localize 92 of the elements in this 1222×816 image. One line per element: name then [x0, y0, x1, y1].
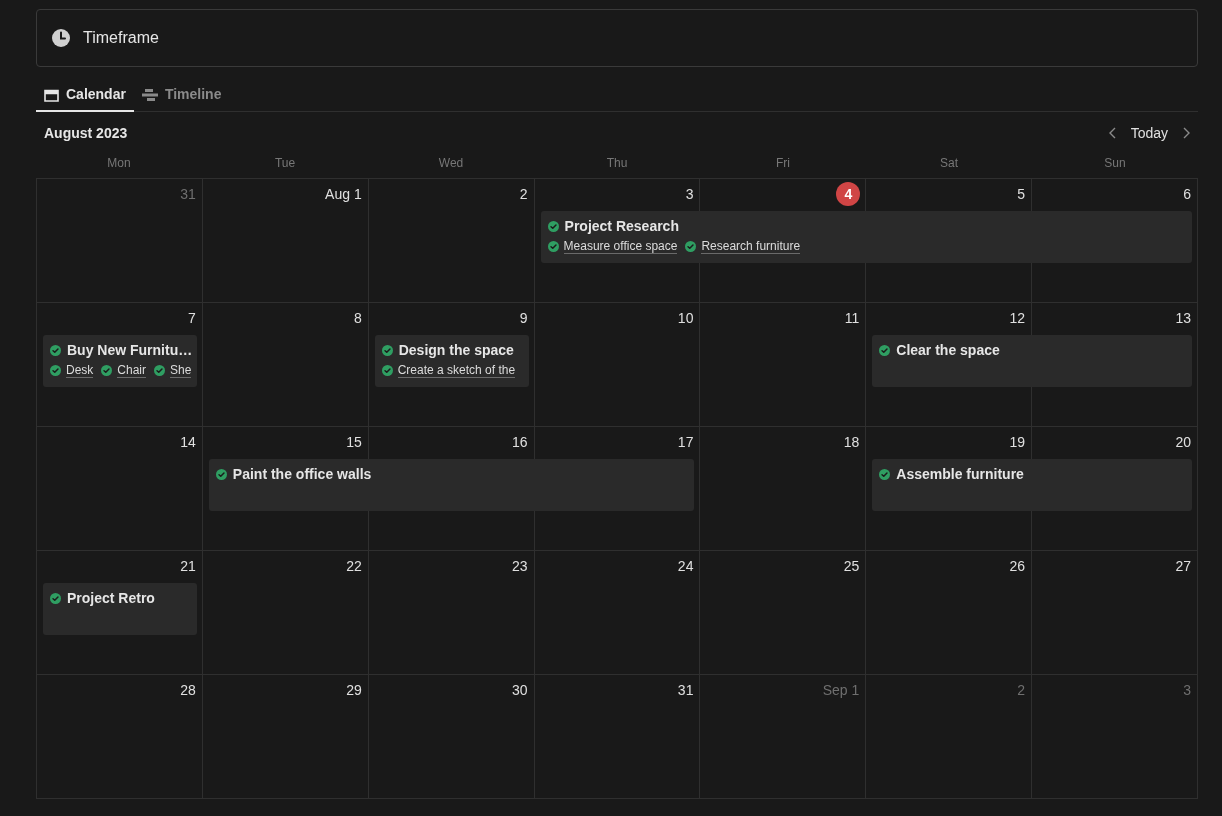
day-cell[interactable]: 28: [37, 675, 203, 799]
date-number: 8: [353, 309, 363, 328]
date-number: 3: [1183, 681, 1192, 700]
date-number: 29: [346, 681, 363, 700]
weekday-label: Mon: [106, 155, 132, 172]
day-cell[interactable]: 11: [700, 303, 867, 427]
date-number: 17: [677, 433, 695, 452]
date-number: 16: [512, 433, 529, 452]
weekday-label: Tue: [273, 155, 297, 172]
chevron-left-icon: [1109, 127, 1117, 139]
event-card[interactable]: Assemble furniture: [872, 459, 1192, 511]
date-number: Sep 1: [822, 681, 861, 700]
timeline-icon: [141, 87, 158, 102]
event-title: Project Retro: [67, 588, 155, 608]
day-cell[interactable]: 31: [37, 179, 203, 303]
date-number: 23: [512, 557, 529, 576]
date-number: 31: [677, 681, 695, 700]
event-card[interactable]: Clear the space: [872, 335, 1192, 387]
weekday-label: Fri: [775, 155, 791, 172]
event-card[interactable]: Project Research Measure office space Research furniture: [540, 211, 1192, 263]
date-number: 9: [519, 309, 529, 328]
day-cell[interactable]: 24: [534, 551, 701, 675]
date-number: 19: [1009, 433, 1027, 452]
day-cell[interactable]: 23: [368, 551, 535, 675]
header-title: Timeframe: [83, 28, 159, 48]
day-cell[interactable]: 2: [866, 675, 1033, 799]
day-cell[interactable]: 14: [37, 427, 203, 551]
date-number: 11: [844, 309, 861, 328]
subtask-link[interactable]: She: [170, 363, 192, 378]
event-title: Project Research: [564, 216, 679, 236]
weekday-label: Sat: [939, 155, 959, 172]
day-cell[interactable]: 10: [534, 303, 701, 427]
day-cell[interactable]: Aug 1: [202, 179, 369, 303]
subtask-link[interactable]: Create a sketch of the: [397, 363, 516, 378]
day-cell[interactable]: 18: [700, 427, 867, 551]
date-number: 20: [1175, 433, 1192, 452]
day-cell[interactable]: 2: [368, 179, 535, 303]
clock-icon: [51, 28, 71, 48]
month-title: August 2023: [44, 123, 128, 143]
date-number: 24: [677, 557, 695, 576]
date-number: 21: [180, 557, 197, 576]
day-cell[interactable]: 25: [700, 551, 867, 675]
calendar-icon: [44, 87, 59, 102]
event-card[interactable]: Paint the office walls: [208, 459, 695, 511]
chevron-right-icon: [1182, 127, 1190, 139]
day-cell[interactable]: 26: [866, 551, 1033, 675]
subtask-link[interactable]: Desk: [66, 363, 94, 378]
day-cell[interactable]: 30: [368, 675, 535, 799]
date-number: 13: [1175, 309, 1192, 328]
date-number: 6: [1183, 185, 1192, 204]
date-number: 3: [685, 185, 695, 204]
date-number: 7: [188, 309, 197, 328]
event-card[interactable]: Design the space Create a sketch of the: [374, 335, 529, 387]
event-title: Design the space: [398, 340, 514, 360]
day-cell[interactable]: 3: [1032, 675, 1198, 799]
view-tab[interactable]: Timeline: [133, 79, 230, 112]
date-number: 27: [1175, 557, 1192, 576]
date-number: 14: [180, 433, 197, 452]
subtask-link[interactable]: Chair: [117, 363, 147, 378]
today-button[interactable]: Today: [1126, 122, 1172, 144]
subtask-link[interactable]: Research furniture: [701, 239, 801, 254]
date-number: 31: [180, 185, 197, 204]
day-cell[interactable]: 27: [1032, 551, 1198, 675]
date-number: Aug 1: [325, 185, 363, 204]
weekday-label: Wed: [437, 155, 465, 172]
event-title: Clear the space: [896, 340, 1000, 360]
weekday-label: Thu: [605, 155, 629, 172]
date-number: 12: [1009, 309, 1027, 328]
date-number: 10: [677, 309, 695, 328]
date-number: 2: [519, 185, 529, 204]
today-date-badge: 4: [836, 182, 861, 206]
day-cell[interactable]: Sep 1: [700, 675, 867, 799]
date-number: 2: [1017, 681, 1027, 700]
date-number: 18: [843, 433, 861, 452]
date-number: 28: [180, 681, 197, 700]
day-cell[interactable]: 8: [202, 303, 369, 427]
event-card[interactable]: Buy New Furnitu… Desk Chair She: [43, 335, 197, 387]
date-number: 26: [1009, 557, 1027, 576]
date-number: 30: [512, 681, 529, 700]
event-card[interactable]: Project Retro: [43, 583, 197, 635]
event-title: Assemble furniture: [896, 464, 1024, 484]
weekday-label: Sun: [1103, 155, 1127, 172]
subtask-link[interactable]: Measure office space: [563, 239, 678, 254]
day-cell[interactable]: 29: [202, 675, 369, 799]
date-number: 15: [346, 433, 363, 452]
view-tab[interactable]: Calendar: [36, 79, 134, 112]
date-number: 22: [346, 557, 363, 576]
event-title: Buy New Furnitu…: [67, 340, 193, 360]
date-number: 5: [1017, 185, 1027, 204]
day-cell[interactable]: 22: [202, 551, 369, 675]
day-cell[interactable]: 31: [534, 675, 701, 799]
date-number: 25: [843, 557, 861, 576]
